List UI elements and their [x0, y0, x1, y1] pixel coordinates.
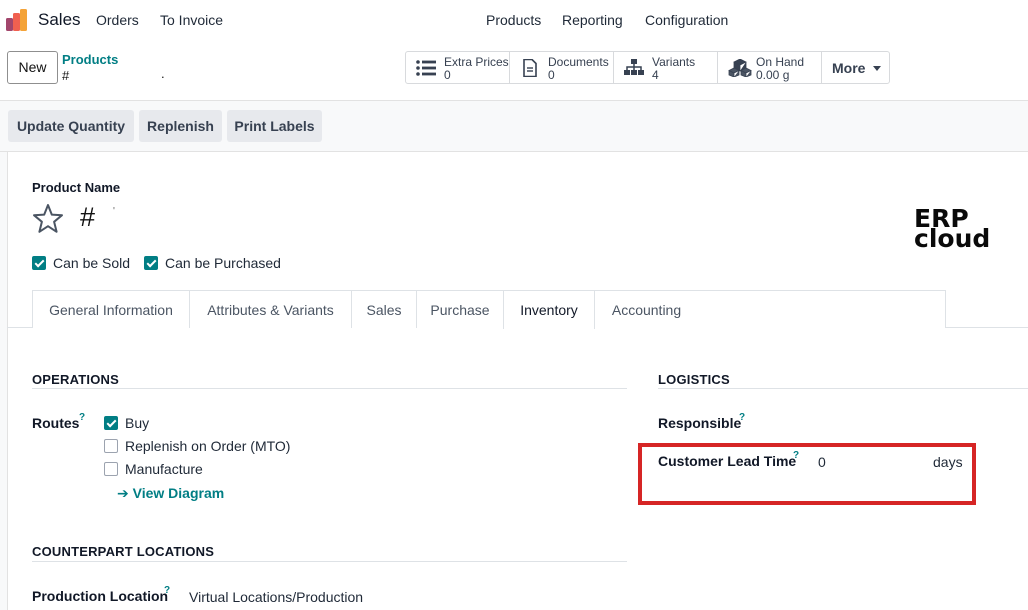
form-sheet: [7, 152, 1028, 610]
operations-divider: [32, 388, 627, 389]
control-panel: New Products # . Extra Prices 0 Document…: [0, 41, 1028, 101]
menu-configuration[interactable]: Configuration: [645, 12, 728, 28]
breadcrumb-current: #: [62, 68, 70, 83]
product-name-label: Product Name: [32, 180, 121, 195]
tab-attributes-variants[interactable]: Attributes & Variants: [189, 290, 352, 328]
variants-button[interactable]: Variants 4: [614, 52, 718, 83]
breadcrumb-dot: .: [161, 66, 165, 81]
documents-button[interactable]: Documents 0: [510, 52, 614, 83]
view-diagram-label: View Diagram: [132, 485, 225, 501]
on-hand-button[interactable]: On Hand 0.00 g: [718, 52, 822, 83]
documents-value: 0: [548, 68, 555, 82]
responsible-help-icon[interactable]: ?: [739, 412, 745, 423]
logistics-title: LOGISTICS: [658, 372, 730, 387]
can-be-purchased-label: Can be Purchased: [165, 255, 281, 271]
product-name-tick: ': [113, 206, 115, 217]
tab-sales[interactable]: Sales: [351, 290, 417, 328]
route-manufacture-checkbox[interactable]: [104, 462, 118, 476]
more-button[interactable]: More: [822, 52, 889, 83]
menu-reporting[interactable]: Reporting: [562, 12, 623, 28]
tab-blank-2: [775, 290, 946, 328]
documents-label: Documents: [548, 55, 609, 69]
variants-value: 4: [652, 68, 659, 82]
favorite-star-icon[interactable]: [32, 203, 64, 234]
route-buy-label: Buy: [125, 415, 150, 431]
logo-line-2: cloud: [914, 224, 991, 253]
route-mto-checkbox[interactable]: [104, 439, 118, 453]
tab-purchase[interactable]: Purchase: [416, 290, 504, 328]
app-name[interactable]: Sales: [38, 10, 81, 30]
more-label: More: [832, 60, 866, 76]
can-be-purchased-checkbox[interactable]: [144, 256, 158, 270]
action-bar: Update Quantity Replenish Print Labels: [0, 101, 1028, 152]
erp-cloud-logo: ERP cloud: [914, 206, 1000, 253]
routes-help-icon[interactable]: ?: [79, 412, 85, 423]
production-location-value[interactable]: Virtual Locations/Production: [189, 589, 363, 605]
replenish-button[interactable]: Replenish: [139, 110, 222, 142]
list-icon: [416, 60, 436, 76]
route-mto-label: Replenish on Order (MTO): [125, 438, 291, 454]
print-labels-button[interactable]: Print Labels: [227, 110, 322, 142]
highlight-annotation-box: [638, 443, 976, 505]
cubes-icon: [728, 59, 752, 77]
tab-inventory[interactable]: Inventory: [503, 290, 595, 329]
on-hand-label: On Hand: [756, 55, 805, 69]
document-icon: [523, 59, 537, 77]
can-be-sold-label: Can be Sold: [53, 255, 131, 271]
caret-down-icon: [873, 66, 881, 71]
arrow-right-icon: ➔: [117, 485, 129, 501]
tab-blank-1: [698, 290, 776, 328]
top-navbar: Sales Orders To Invoice Products Reporti…: [0, 0, 1028, 41]
responsible-label: Responsible: [658, 415, 742, 431]
sitemap-icon: [624, 59, 644, 75]
product-name-input[interactable]: #: [80, 202, 95, 233]
menu-orders[interactable]: Orders: [96, 12, 139, 28]
counterpart-locations-title: COUNTERPART LOCATIONS: [32, 544, 215, 559]
operations-title: OPERATIONS: [32, 372, 119, 387]
production-location-label: Production Location: [32, 588, 169, 604]
breadcrumb-products[interactable]: Products: [62, 52, 118, 67]
new-button[interactable]: New: [7, 51, 58, 84]
menu-products[interactable]: Products: [486, 12, 541, 28]
routes-label: Routes: [32, 415, 80, 431]
tab-general-information[interactable]: General Information: [32, 290, 190, 328]
menu-to-invoice[interactable]: To Invoice: [160, 12, 223, 28]
logistics-divider: [658, 388, 1028, 389]
production-location-help-icon[interactable]: ?: [164, 585, 170, 596]
extra-prices-value: 0: [444, 68, 451, 82]
counterpart-divider: [32, 561, 627, 562]
variants-label: Variants: [652, 55, 696, 69]
view-diagram-link[interactable]: ➔ View Diagram: [117, 485, 224, 502]
sales-app-icon[interactable]: [6, 9, 28, 31]
can-be-sold-checkbox[interactable]: [32, 256, 46, 270]
on-hand-value: 0.00 g: [756, 68, 790, 82]
update-quantity-button[interactable]: Update Quantity: [8, 110, 134, 142]
route-manufacture-label: Manufacture: [125, 461, 203, 477]
extra-prices-label: Extra Prices: [444, 55, 509, 69]
route-buy-checkbox[interactable]: [104, 416, 118, 430]
tab-accounting[interactable]: Accounting: [594, 290, 699, 328]
extra-prices-button[interactable]: Extra Prices 0: [406, 52, 510, 83]
stat-buttons: Extra Prices 0 Documents 0 Variants 4 On…: [405, 51, 890, 84]
